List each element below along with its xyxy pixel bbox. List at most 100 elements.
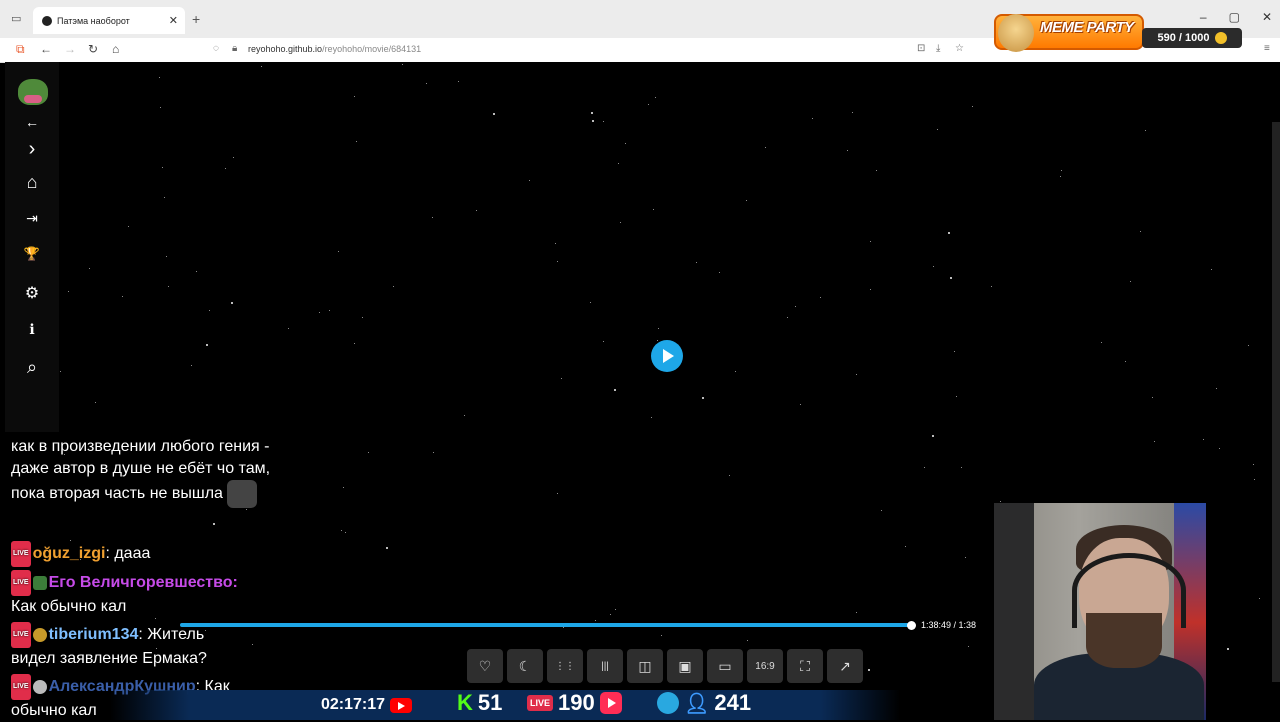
star bbox=[846, 149, 848, 151]
star bbox=[811, 118, 813, 120]
close-tab-icon[interactable]: ✕ bbox=[169, 14, 178, 27]
back-icon[interactable]: ← bbox=[40, 42, 52, 56]
star bbox=[261, 65, 263, 67]
meme-party-banner: MEME PARTY bbox=[994, 14, 1144, 52]
star bbox=[856, 373, 858, 375]
star bbox=[999, 500, 1001, 502]
star bbox=[1060, 176, 1062, 178]
star bbox=[328, 309, 330, 311]
address-bar[interactable]: reyohoho.github.io/reyohoho/movie/684131 bbox=[248, 44, 421, 54]
star bbox=[1153, 441, 1155, 443]
star-icon[interactable]: ☆ bbox=[955, 43, 964, 54]
favorite-button[interactable]: ♡ bbox=[467, 649, 503, 683]
meme-party-score: 590 / 1000 bbox=[1142, 28, 1242, 48]
star bbox=[950, 276, 953, 279]
star bbox=[209, 309, 211, 311]
star bbox=[191, 365, 193, 367]
picture-button[interactable]: ▣ bbox=[667, 649, 703, 683]
chevron-right-icon[interactable]: › bbox=[5, 138, 59, 161]
star bbox=[1252, 464, 1254, 466]
progress-bar[interactable] bbox=[180, 623, 912, 627]
star bbox=[385, 546, 388, 549]
star bbox=[609, 613, 611, 615]
star bbox=[695, 262, 697, 264]
minimize-icon[interactable]: – bbox=[1200, 10, 1207, 24]
compare-button[interactable]: ◫ bbox=[627, 649, 663, 683]
star bbox=[163, 196, 165, 198]
star bbox=[353, 343, 355, 345]
browser-tab[interactable]: Патэма наоборот ✕ bbox=[33, 7, 185, 34]
pip-button[interactable]: ▭ bbox=[707, 649, 743, 683]
gear-icon[interactable]: ⚙ bbox=[5, 283, 59, 303]
star bbox=[230, 302, 233, 304]
back-arrow-icon[interactable]: ← bbox=[5, 114, 59, 130]
star bbox=[968, 646, 970, 648]
collections-icon[interactable]: ⧉ bbox=[16, 42, 25, 57]
star bbox=[932, 434, 935, 437]
star bbox=[60, 370, 62, 372]
star bbox=[167, 286, 169, 288]
home-browser-icon[interactable]: ⌂ bbox=[112, 42, 119, 56]
save-page-icon[interactable]: ⤓ bbox=[936, 43, 940, 54]
star bbox=[1216, 388, 1218, 390]
star bbox=[658, 328, 660, 330]
user-badge-icon bbox=[32, 628, 47, 642]
star bbox=[972, 106, 974, 107]
star bbox=[614, 389, 617, 392]
info-icon[interactable]: ℹ bbox=[5, 321, 59, 338]
star bbox=[800, 404, 802, 406]
star bbox=[162, 166, 164, 168]
forward-icon[interactable]: → bbox=[64, 42, 76, 56]
star bbox=[869, 289, 871, 291]
star bbox=[614, 609, 616, 611]
telegram-icon bbox=[657, 692, 679, 714]
progress-knob[interactable] bbox=[907, 621, 916, 630]
star bbox=[287, 328, 289, 330]
star bbox=[158, 77, 160, 79]
star bbox=[589, 301, 591, 303]
home-icon[interactable]: ⌂ bbox=[5, 172, 59, 193]
window-controls: – ▢ ✕ bbox=[1200, 10, 1272, 24]
star bbox=[353, 96, 355, 98]
kick-icon: K bbox=[457, 690, 473, 715]
scrollbar[interactable] bbox=[1272, 122, 1280, 682]
close-window-icon[interactable]: ✕ bbox=[1262, 10, 1272, 24]
tab-actions-icon[interactable]: ▭ bbox=[11, 12, 21, 25]
star bbox=[343, 487, 345, 489]
meme-score-text: 590 / 1000 bbox=[1157, 32, 1210, 44]
star bbox=[765, 147, 767, 149]
maximize-icon[interactable]: ▢ bbox=[1229, 10, 1240, 24]
night-mode-button[interactable]: ☾ bbox=[507, 649, 543, 683]
screenshot-button[interactable]: ⛶ bbox=[787, 649, 823, 683]
menu-icon[interactable]: ≡ bbox=[1264, 43, 1270, 54]
doge-avatar-icon bbox=[998, 14, 1034, 52]
star bbox=[923, 466, 925, 468]
open-external-button[interactable]: ↗ bbox=[827, 649, 863, 683]
user-badge-icon bbox=[32, 680, 47, 694]
chat-message-text: : дааа bbox=[105, 545, 151, 563]
star bbox=[68, 290, 70, 292]
star bbox=[337, 250, 339, 252]
new-tab-button[interactable]: + bbox=[192, 11, 200, 27]
star bbox=[735, 370, 737, 372]
reload-icon[interactable]: ↻ bbox=[88, 42, 98, 56]
search-icon[interactable]: ⌕ bbox=[5, 357, 59, 378]
star bbox=[246, 509, 248, 511]
screen-share-icon[interactable]: ⊡ bbox=[917, 43, 925, 54]
star bbox=[319, 311, 321, 313]
star bbox=[1139, 230, 1141, 232]
lock-icon[interactable]: 🔒︎ bbox=[232, 43, 237, 54]
play-button[interactable] bbox=[651, 340, 683, 372]
login-icon[interactable]: ⇥ bbox=[5, 210, 59, 227]
aspect-ratio-button[interactable]: 16:9 bbox=[747, 649, 783, 683]
shield-icon[interactable]: ◌ bbox=[213, 43, 219, 54]
site-logo-icon[interactable] bbox=[18, 79, 48, 105]
star bbox=[94, 402, 96, 404]
star bbox=[868, 669, 870, 672]
chat-username: Его Величгоревшество bbox=[48, 574, 233, 592]
headset-icon bbox=[1072, 553, 1186, 628]
stream-clock: 02:17:17 bbox=[321, 696, 413, 714]
grid-button[interactable]: ⋮⋮ bbox=[547, 649, 583, 683]
audio-button[interactable]: ||| bbox=[587, 649, 623, 683]
trophy-icon[interactable]: 🏆 bbox=[5, 246, 59, 262]
